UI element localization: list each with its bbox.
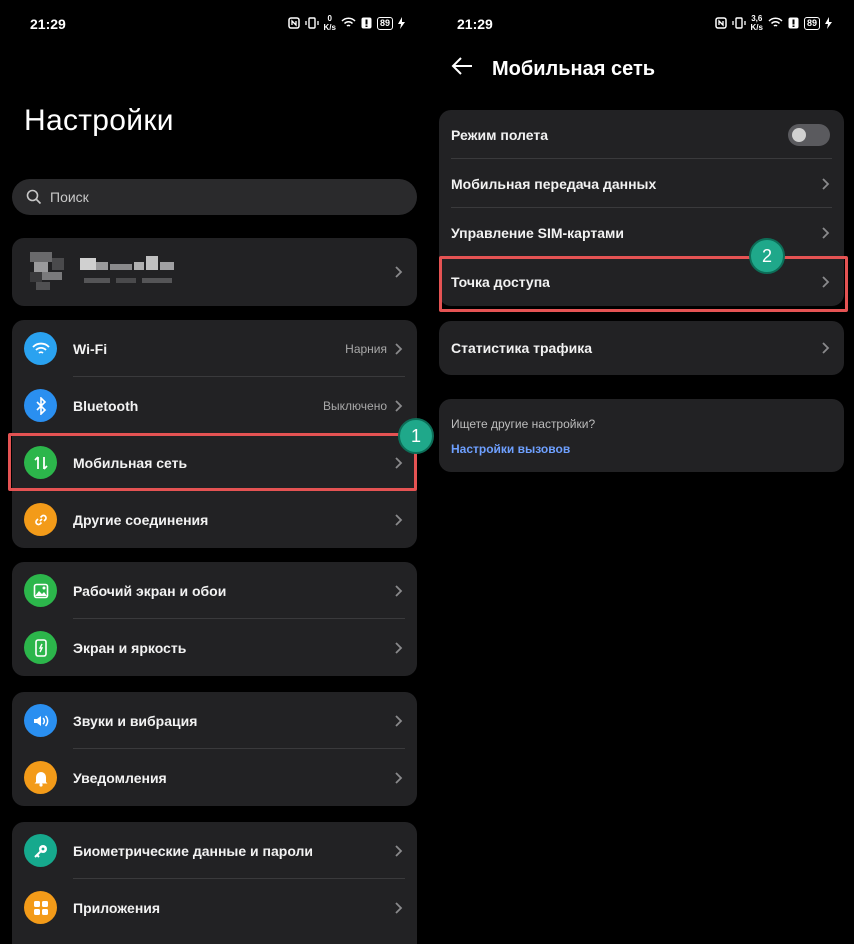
biometrics-item[interactable]: Биометрические данные и пароли xyxy=(12,822,417,879)
other-connections-item[interactable]: Другие соединения xyxy=(12,491,417,548)
chevron-right-icon xyxy=(395,901,403,914)
mobile-data-item[interactable]: Мобильная передача данных xyxy=(439,159,844,208)
other-settings-question: Ищете другие настройки? xyxy=(451,417,596,431)
sound-card: Звуки и вибрация Уведомления xyxy=(12,692,417,806)
chevron-right-icon xyxy=(395,771,403,784)
sound-vibration-item[interactable]: Звуки и вибрация xyxy=(12,692,417,749)
chevron-right-icon xyxy=(395,641,403,654)
chevron-right-icon xyxy=(395,584,403,597)
nfc-icon xyxy=(287,17,300,29)
chevron-right-icon xyxy=(822,226,830,239)
key-icon xyxy=(24,834,57,867)
chevron-right-icon xyxy=(395,513,403,526)
display-brightness-item[interactable]: Экран и яркость xyxy=(12,619,417,676)
alert-icon xyxy=(361,17,372,29)
other-settings-card: Ищете другие настройки? Настройки вызово… xyxy=(439,399,844,472)
bluetooth-status-value: Выключено xyxy=(323,398,387,413)
status-bar: 21:29 0 K/s 89 xyxy=(0,14,427,34)
back-arrow-icon[interactable] xyxy=(451,56,473,76)
wallpaper-item[interactable]: Рабочий экран и обои xyxy=(12,562,417,619)
search-placeholder: Поиск xyxy=(50,189,89,205)
search-icon xyxy=(26,189,42,205)
step-badge-2: 2 xyxy=(749,238,785,274)
airplane-mode-item[interactable]: Режим полета xyxy=(439,110,844,159)
wifi-network-value: Нарния xyxy=(345,341,387,356)
nfc-icon xyxy=(714,17,727,29)
bell-icon xyxy=(24,761,57,794)
bluetooth-icon xyxy=(24,389,57,422)
volume-icon xyxy=(24,704,57,737)
net-speed: 3,6 K/s xyxy=(750,14,763,32)
chevron-right-icon xyxy=(395,342,403,355)
wifi-status-icon xyxy=(341,17,356,27)
apps-item[interactable]: Приложения xyxy=(12,879,417,936)
status-bar: 21:29 3,6 K/s 89 xyxy=(427,14,854,34)
status-time: 21:29 xyxy=(30,16,66,32)
mobile-network-screen: 21:29 3,6 K/s 89 Мобильная сеть Режим пол… xyxy=(427,0,854,944)
charging-icon xyxy=(825,17,832,29)
call-settings-link[interactable]: Настройки вызовов xyxy=(451,442,570,456)
chevron-right-icon xyxy=(395,844,403,857)
settings-screen: 21:29 0 K/s 89 Настройки Поиск Wi-Fi Нар… xyxy=(0,0,427,944)
traffic-card: Статистика трафика xyxy=(439,321,844,375)
highlight-hotspot xyxy=(439,256,848,312)
highlight-mobile-network xyxy=(8,433,417,491)
vibrate-icon xyxy=(731,17,746,29)
brightness-icon xyxy=(24,631,57,664)
charging-icon xyxy=(398,17,405,29)
search-input[interactable]: Поиск xyxy=(12,179,417,215)
display-card: Рабочий экран и обои Экран и яркость xyxy=(12,562,417,676)
link-icon xyxy=(24,503,57,536)
wifi-status-icon xyxy=(768,17,783,27)
battery-level: 89 xyxy=(376,16,393,30)
bluetooth-item[interactable]: Bluetooth Выключено xyxy=(12,377,417,434)
step-badge-1: 1 xyxy=(398,418,434,454)
chevron-right-icon xyxy=(395,266,403,278)
security-card: Биометрические данные и пароли Приложени… xyxy=(12,822,417,944)
apps-icon xyxy=(24,891,57,924)
page-header: Мобильная сеть xyxy=(427,54,854,84)
vibrate-icon xyxy=(304,17,319,29)
wallpaper-icon xyxy=(24,574,57,607)
net-speed: 0 K/s xyxy=(323,14,336,32)
traffic-stats-item[interactable]: Статистика трафика xyxy=(439,321,844,375)
wifi-icon xyxy=(24,332,57,365)
chevron-right-icon xyxy=(822,342,830,354)
wifi-item[interactable]: Wi-Fi Нарния xyxy=(12,320,417,377)
alert-icon xyxy=(788,17,799,29)
chevron-right-icon xyxy=(395,714,403,727)
page-title: Настройки xyxy=(24,104,174,137)
airplane-mode-toggle[interactable] xyxy=(788,124,830,146)
account-card[interactable] xyxy=(12,238,417,306)
status-time: 21:29 xyxy=(457,16,493,32)
battery-level: 89 xyxy=(803,16,820,30)
chevron-right-icon xyxy=(822,177,830,190)
page-title: Мобильная сеть xyxy=(492,58,656,80)
chevron-right-icon xyxy=(395,399,403,412)
notifications-item[interactable]: Уведомления xyxy=(12,749,417,806)
